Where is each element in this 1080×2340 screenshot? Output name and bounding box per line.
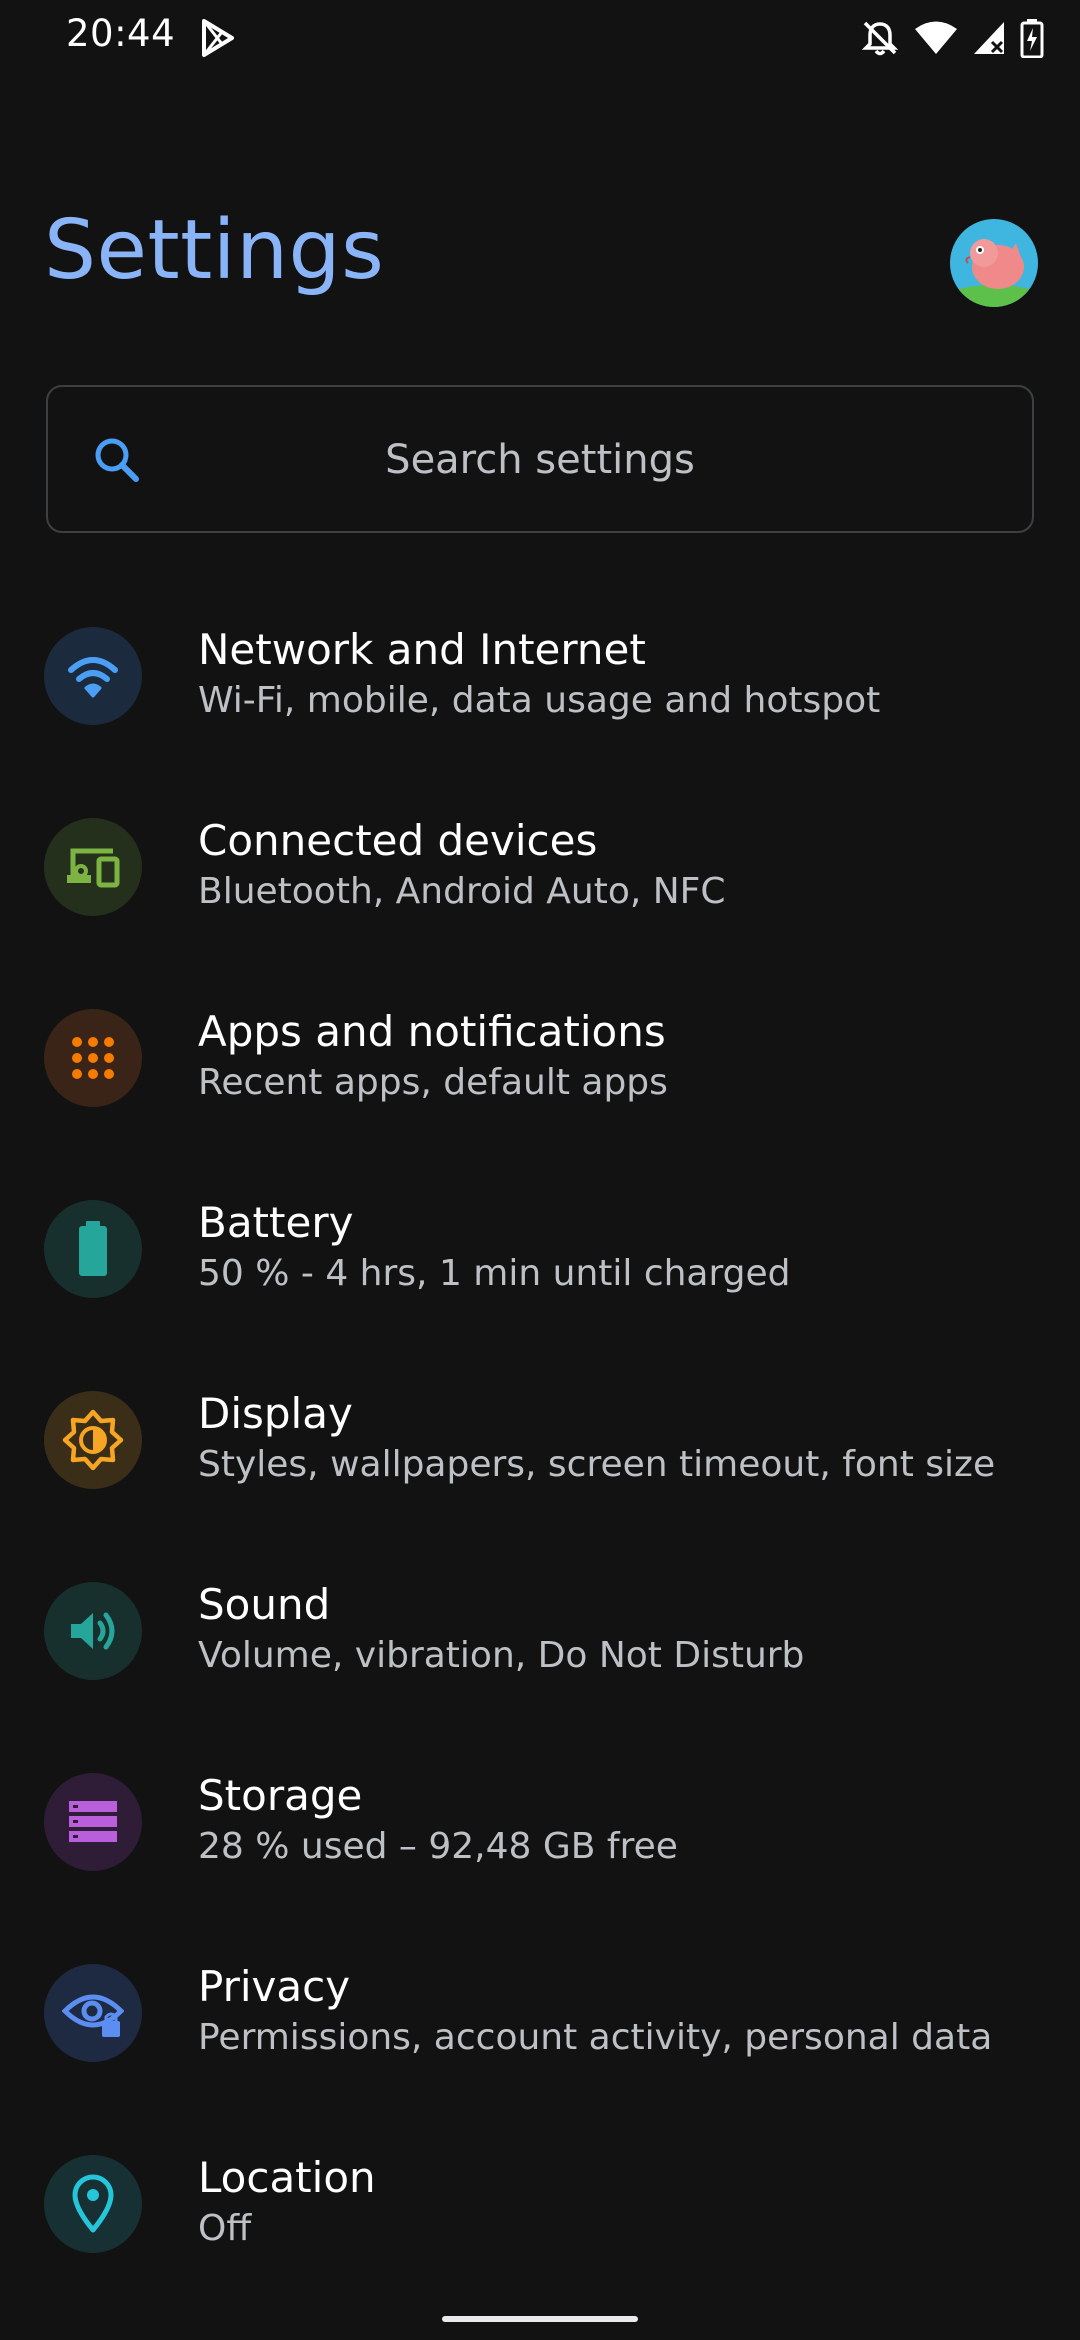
setting-privacy[interactable]: Privacy Permissions, account activity, p… xyxy=(0,1917,1080,2108)
devices-icon xyxy=(44,818,142,916)
setting-summary: Volume, vibration, Do Not Disturb xyxy=(198,1635,805,1676)
setting-summary: Permissions, account activity, personal … xyxy=(198,2017,993,2058)
setting-storage[interactable]: Storage 28 % used – 92,48 GB free xyxy=(0,1726,1080,1917)
setting-apps-and-notifications[interactable]: Apps and notifications Recent apps, defa… xyxy=(0,962,1080,1153)
wifi-icon xyxy=(44,627,142,725)
setting-summary: 28 % used – 92,48 GB free xyxy=(198,1826,678,1867)
page-title: Settings xyxy=(44,203,385,298)
apps-grid-icon xyxy=(44,1009,142,1107)
setting-network-and-internet[interactable]: Network and Internet Wi-Fi, mobile, data… xyxy=(0,580,1080,771)
setting-title: Connected devices xyxy=(198,816,598,865)
search-input[interactable]: Search settings xyxy=(46,385,1034,533)
settings-list: Network and Internet Wi-Fi, mobile, data… xyxy=(0,580,1080,2299)
search-placeholder: Search settings xyxy=(385,437,695,483)
setting-title: Location xyxy=(198,2153,376,2202)
setting-summary: Styles, wallpapers, screen timeout, font… xyxy=(198,1444,996,1485)
wifi-icon xyxy=(914,20,958,56)
setting-summary: Recent apps, default apps xyxy=(198,1062,668,1103)
cellular-signal-icon xyxy=(972,20,1006,56)
play-store-icon xyxy=(200,18,236,58)
battery-icon xyxy=(44,1200,142,1298)
setting-title: Apps and notifications xyxy=(198,1007,666,1056)
storage-icon xyxy=(44,1773,142,1871)
setting-title: Network and Internet xyxy=(198,625,646,674)
setting-title: Battery xyxy=(198,1198,354,1247)
privacy-eye-icon xyxy=(44,1964,142,2062)
location-pin-icon xyxy=(44,2155,142,2253)
notifications-off-icon xyxy=(860,18,900,58)
setting-sound[interactable]: Sound Volume, vibration, Do Not Disturb xyxy=(0,1535,1080,1726)
status-icons xyxy=(860,16,1044,60)
avatar[interactable] xyxy=(950,219,1038,307)
setting-summary: 50 % - 4 hrs, 1 min until charged xyxy=(198,1253,791,1294)
brightness-icon xyxy=(44,1391,142,1489)
setting-location[interactable]: Location Off xyxy=(0,2108,1080,2299)
gesture-navigation-bar[interactable] xyxy=(442,2316,638,2322)
setting-title: Privacy xyxy=(198,1962,351,2011)
setting-summary: Bluetooth, Android Auto, NFC xyxy=(198,871,726,912)
status-time: 20:44 xyxy=(66,12,176,55)
setting-battery[interactable]: Battery 50 % - 4 hrs, 1 min until charge… xyxy=(0,1153,1080,1344)
setting-summary: Off xyxy=(198,2208,252,2249)
setting-title: Storage xyxy=(198,1771,363,1820)
setting-connected-devices[interactable]: Connected devices Bluetooth, Android Aut… xyxy=(0,771,1080,962)
setting-summary: Wi-Fi, mobile, data usage and hotspot xyxy=(198,680,881,721)
battery-charging-icon xyxy=(1020,18,1044,58)
status-bar: 20:44 xyxy=(0,0,1080,76)
setting-title: Display xyxy=(198,1389,353,1438)
volume-icon xyxy=(44,1582,142,1680)
setting-display[interactable]: Display Styles, wallpapers, screen timeo… xyxy=(0,1344,1080,1535)
setting-title: Sound xyxy=(198,1580,331,1629)
